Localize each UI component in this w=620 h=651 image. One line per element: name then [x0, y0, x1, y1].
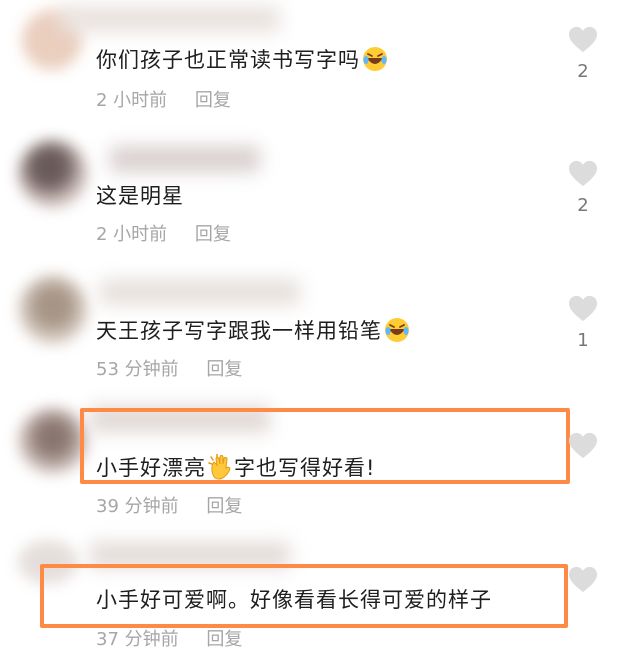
- reply-button[interactable]: 回复: [206, 359, 242, 380]
- reply-button[interactable]: 回复: [195, 90, 231, 111]
- comment-text-content: 天王孩子写字跟我一样用铅笔: [96, 319, 382, 343]
- username-blurred: [60, 6, 280, 32]
- comment-meta: 37 分钟前 回复: [96, 625, 242, 651]
- comment-text-content: 字也写得好看!: [234, 456, 376, 480]
- heart-icon[interactable]: [568, 26, 598, 54]
- comment-text: 这是明星: [96, 180, 184, 210]
- like-count: 2: [577, 195, 589, 216]
- comment-item: 小手好漂亮 字也写得好看! 39 分钟前 回复: [0, 400, 620, 530]
- comment-text-content: 你们孩子也正常读书写字吗: [96, 48, 360, 72]
- avatar[interactable]: [18, 140, 88, 208]
- like-button[interactable]: 1: [566, 295, 600, 351]
- comment-item: 天王孩子写字跟我一样用铅笔 53 分钟前 回复 1: [0, 265, 620, 400]
- comment-meta: 39 分钟前 回复: [96, 492, 242, 518]
- laughing-tears-emoji-icon: [362, 46, 388, 72]
- like-button[interactable]: 2: [566, 160, 600, 216]
- comment-meta: 2 小时前 回复: [96, 220, 231, 246]
- like-count: 1: [577, 330, 589, 351]
- like-button[interactable]: 2: [566, 26, 600, 82]
- reply-button[interactable]: 回复: [206, 496, 242, 517]
- heart-icon[interactable]: [568, 566, 598, 594]
- comment-time: 2 小时前: [96, 224, 168, 245]
- comment-text: 小手好漂亮 字也写得好看!: [96, 452, 375, 482]
- comment-text-content: 小手好可爱啊。好像看看长得可爱的样子: [96, 588, 492, 612]
- like-button[interactable]: [566, 432, 600, 460]
- like-button[interactable]: [566, 566, 600, 594]
- comment-item: 你们孩子也正常读书写字吗 2 小时前 回复 2: [0, 0, 620, 130]
- comment-item: 这是明星 2 小时前 回复 2: [0, 130, 620, 265]
- laughing-tears-emoji-icon: [384, 317, 410, 343]
- comment-time: 39 分钟前: [96, 496, 179, 517]
- comment-text: 小手好可爱啊。好像看看长得可爱的样子: [96, 584, 492, 614]
- avatar[interactable]: [18, 408, 88, 474]
- comment-text: 天王孩子写字跟我一样用铅笔: [96, 315, 410, 345]
- comment-text-content: 这是明星: [96, 184, 184, 208]
- username-blurred: [110, 146, 260, 172]
- heart-icon[interactable]: [568, 295, 598, 323]
- comment-meta: 53 分钟前 回复: [96, 355, 242, 381]
- comment-text: 你们孩子也正常读书写字吗: [96, 44, 388, 74]
- reply-button[interactable]: 回复: [195, 224, 231, 245]
- comment-time: 2 小时前: [96, 90, 168, 111]
- comment-time: 53 分钟前: [96, 359, 179, 380]
- comment-item: 小手好可爱啊。好像看看长得可爱的样子 37 分钟前 回复: [0, 530, 620, 650]
- comment-meta: 2 小时前 回复: [96, 86, 231, 112]
- avatar[interactable]: [18, 275, 88, 345]
- heart-icon[interactable]: [568, 160, 598, 188]
- username-blurred: [100, 279, 300, 305]
- clapping-hands-emoji-icon: [208, 454, 234, 480]
- comment-text-content: 小手好漂亮: [96, 456, 206, 480]
- heart-icon[interactable]: [568, 432, 598, 460]
- like-count: 2: [577, 61, 589, 82]
